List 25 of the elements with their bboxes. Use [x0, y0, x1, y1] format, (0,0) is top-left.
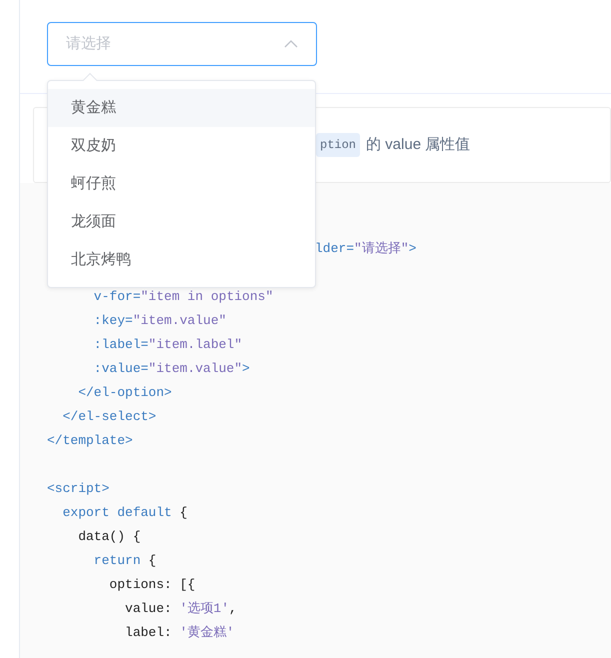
description-text: 的 value 属性值 — [366, 134, 470, 155]
code-line: data() { — [77, 528, 141, 546]
select-field[interactable]: 请选择 — [47, 22, 317, 66]
code-line: v-for="item in options" — [92, 288, 274, 306]
chevron-up-icon — [284, 40, 298, 48]
code-line: export default { — [62, 504, 188, 522]
dropdown-option[interactable]: 龙须面 — [48, 203, 315, 241]
dropdown-option[interactable]: 黄金糕 — [48, 89, 315, 127]
code-line: :label="item.label" — [92, 336, 242, 354]
code-line: </template> — [47, 432, 133, 450]
code-line: label: '黄金糕' — [124, 624, 234, 642]
dropdown-option[interactable]: 北京烤鸭 — [48, 241, 315, 279]
code-line: :key="item.value" — [92, 312, 226, 330]
code-line: return { — [92, 552, 156, 570]
dropdown-option[interactable]: 双皮奶 — [48, 127, 315, 165]
code-line: value: '选项1', — [124, 600, 237, 618]
code-line: </el-select> — [62, 408, 156, 426]
code-chip: ption — [316, 133, 360, 157]
code-line: options: [{ — [108, 576, 196, 594]
code-line: <script> — [47, 480, 110, 498]
select-input[interactable]: 请选择 — [66, 32, 216, 56]
code-line: :value="item.value"> — [92, 360, 250, 378]
code-line: lder="请选择"> — [315, 240, 416, 258]
dropdown-option[interactable]: 蚵仔煎 — [48, 165, 315, 203]
code-line: </el-option> — [77, 384, 172, 402]
